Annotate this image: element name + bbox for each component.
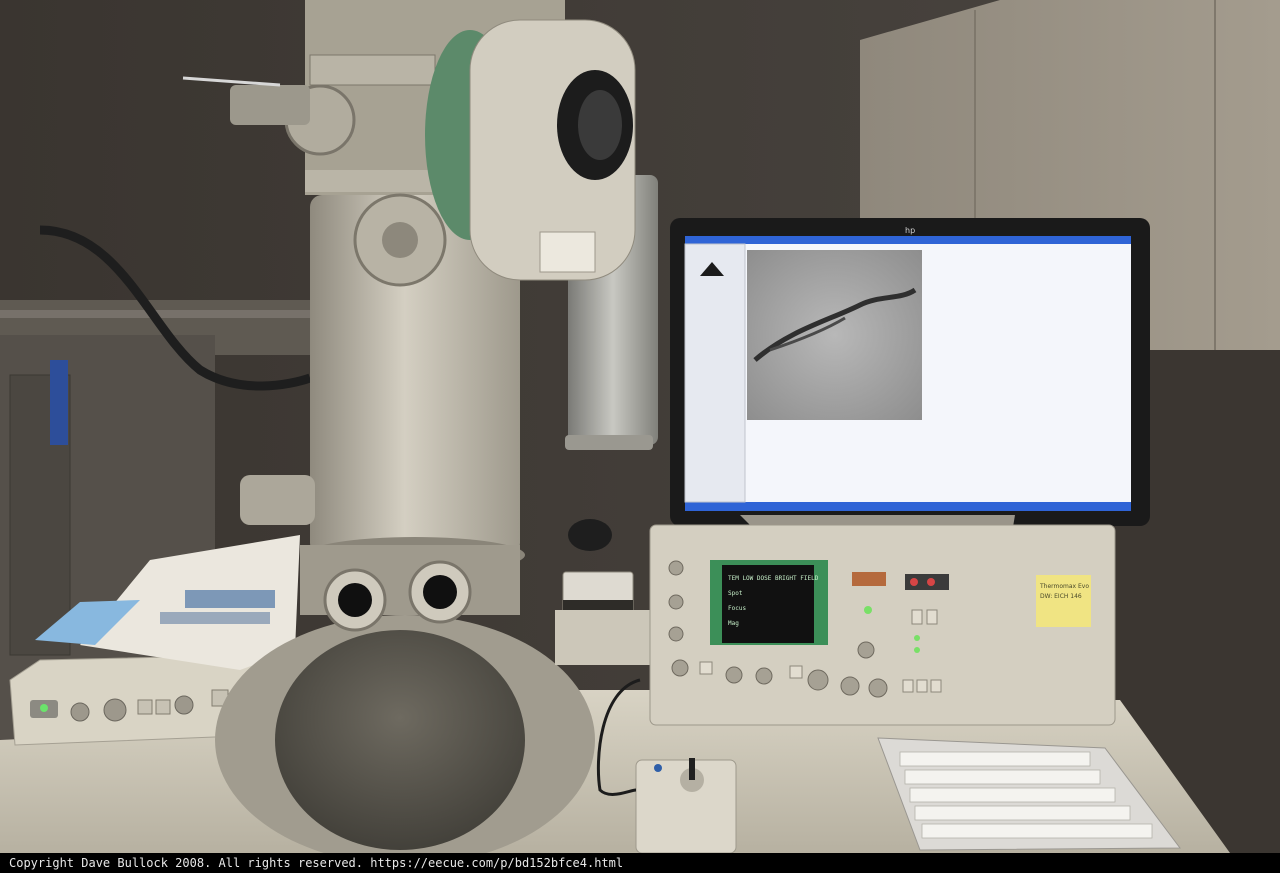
console-screen-text: Mag [728, 620, 739, 627]
monitor-brand-label: hp [905, 226, 915, 235]
console-screen-text: TEM LOW DOSE BRIGHT FIELD [728, 575, 819, 582]
copyright-caption: Copyright Dave Bullock 2008. All rights … [0, 853, 1280, 873]
console-screen-text: Spot [728, 590, 743, 597]
photo-illustration: hp TEM LOW DOSE BRIGHT FIELD Spot Focus … [0, 0, 1280, 853]
photo-scene: hp TEM LOW DOSE BRIGHT FIELD Spot Focus … [0, 0, 1280, 853]
console-screen-text: Focus [728, 605, 746, 612]
sticky-note-line: Thermomax Evo [1039, 583, 1089, 590]
sticky-note-line: DW: EICH 146 [1040, 593, 1082, 600]
